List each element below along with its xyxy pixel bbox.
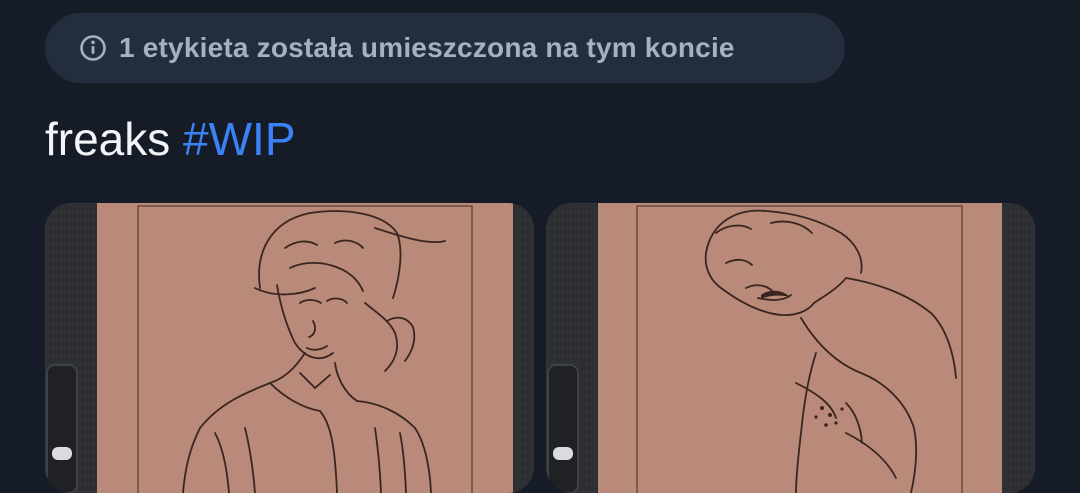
sketch-shirtless-man-image <box>546 203 1035 493</box>
media-image-2[interactable] <box>546 203 1035 493</box>
post-body: freaks <box>45 113 171 165</box>
label-notice-text: 1 etykieta została umieszczona na tym ko… <box>119 32 735 63</box>
info-icon <box>79 34 107 62</box>
label-notice[interactable]: 1 etykieta została umieszczona na tym ko… <box>45 13 845 83</box>
media-image-1[interactable] <box>45 203 534 493</box>
hashtag-link[interactable]: #WIP <box>183 113 295 165</box>
post-text: freaks #WIP <box>45 112 296 166</box>
sketch-cowboy-image <box>45 203 534 493</box>
